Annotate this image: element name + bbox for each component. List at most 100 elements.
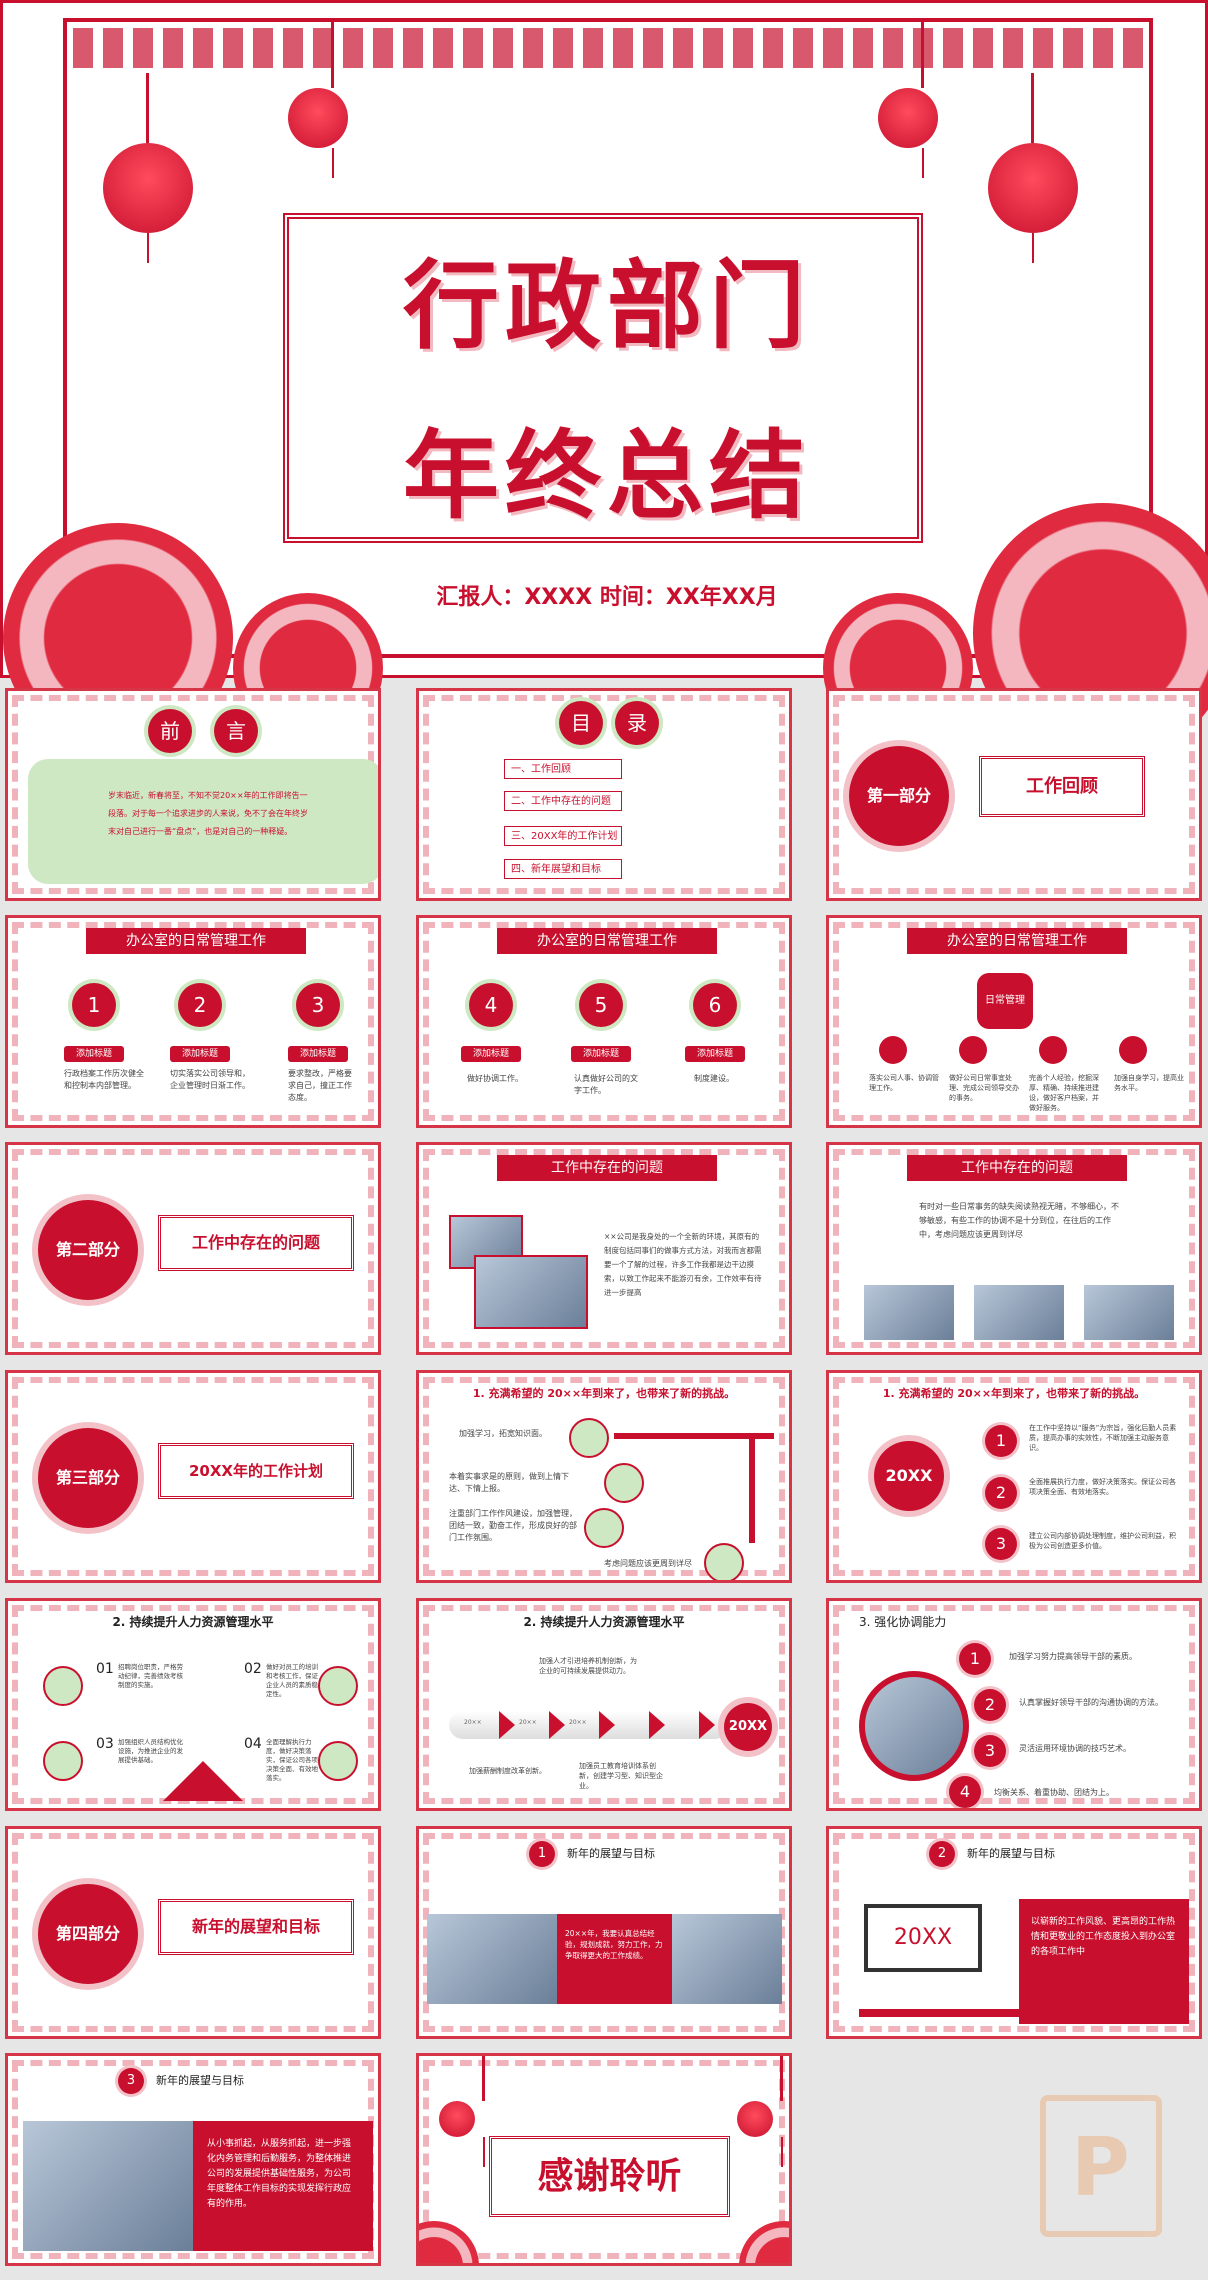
slide-daily2[interactable]: 办公室的日常管理工作 4 5 6 添加标题 添加标题 添加标题 做好协调工作。 … — [416, 915, 792, 1128]
person-icon — [318, 1666, 358, 1706]
coord-text1: 加强学习努力提高领导干部的素质。 — [1009, 1652, 1137, 1661]
daily3-center: 日常管理 — [977, 973, 1033, 1029]
slide-hr2[interactable]: 2. 持续提升人力资源管理水平 加强人才引进培养机制创新，为企业的可持续发展提供… — [416, 1598, 792, 1811]
gear-icon — [959, 1036, 987, 1064]
problems2-text: 有时对一些日常事务的缺失阅读熟视无睹，不够细心，不够敏感，有些工作的协调不是十分… — [919, 1202, 1119, 1239]
slide-part4[interactable]: 第四部分 新年的展望和目标 — [5, 1826, 381, 2039]
dollar-icon — [1039, 1036, 1067, 1064]
slide-hr1[interactable]: 2. 持续提升人力资源管理水平 01 02 03 04 招聘岗位职责，严格劳动纪… — [5, 1598, 381, 1811]
hr1-arrow — [163, 1761, 243, 1801]
coord-header: 3. 强化协调能力 — [859, 1615, 947, 1629]
slide-part2[interactable]: 第二部分 工作中存在的问题 — [5, 1142, 381, 1355]
plan2-num3: 3 — [985, 1528, 1017, 1560]
slide-preface[interactable]: 前 言 岁末临近，新春将至，不知不觉20××年的工作即将告一段落。对于每一个追求… — [5, 688, 381, 901]
plan1-item3: 注重部门工作作风建设，加强管理，团结一致，勤奋工作，形成良好的部门工作氛围。 — [449, 1509, 577, 1542]
slide-part1[interactable]: 第一部分 工作回顾 — [826, 688, 1202, 901]
slide-plan1[interactable]: 1. 充满希望的 20××年到来了，也带来了新的挑战。 加强学习，拓宽知识面。 … — [416, 1370, 792, 1583]
hr1-num3: 03 — [96, 1736, 114, 1752]
chevron-right-icon — [649, 1711, 665, 1739]
slide-thanks[interactable]: 感谢聆听 — [416, 2053, 792, 2266]
hr2-top-text: 加强人才引进培养机制创新，为企业的可持续发展提供动力。 — [539, 1657, 637, 1675]
slide-toc[interactable]: 目 录 一、工作回顾 二、工作中存在的问题 三、20XX年的工作计划 四、新年展… — [416, 688, 792, 901]
slide-daily3[interactable]: 办公室的日常管理工作 日常管理 落实公司人事、协调管理工作。 做好公司日常事宜处… — [826, 915, 1202, 1128]
cover-slide[interactable]: 行政部门 年终总结 汇报人：XXXX 时间：XX年XX月 — [0, 0, 1208, 763]
slide-part3[interactable]: 第三部分 20XX年的工作计划 — [5, 1370, 381, 1583]
lantern-icon — [288, 18, 348, 178]
problems1-header: 工作中存在的问题 — [497, 1155, 717, 1181]
outlook2-num: 2 — [929, 1841, 955, 1867]
lantern-icon — [737, 2056, 783, 2167]
slide-problems1[interactable]: 工作中存在的问题 ××公司是我身处的一个全新的环境，其原有的制度包括同事们的做事… — [416, 1142, 792, 1355]
daily2-text3: 制度建设。 — [694, 1074, 734, 1083]
daily2-header: 办公室的日常管理工作 — [497, 928, 717, 954]
outlook3-text: 从小事抓起，从服务抓起，进一步强化内务管理和后勤服务，为整体推进公司的发展提供基… — [193, 2121, 373, 2251]
lantern-icon — [988, 73, 1078, 263]
toc-item-3[interactable]: 三、20XX年的工作计划 — [504, 826, 622, 846]
slide-problems2[interactable]: 工作中存在的问题 有时对一些日常事务的缺失阅读熟视无睹，不够细心，不够敏感，有些… — [826, 1142, 1202, 1355]
coord-num1: 1 — [959, 1643, 991, 1675]
daily1-num1: 1 — [72, 983, 116, 1027]
toc-item-2[interactable]: 二、工作中存在的问题 — [504, 791, 622, 811]
part4-title: 新年的展望和目标 — [158, 1899, 354, 1955]
plan2-text2: 全面推展执行力度，做好决策落实。保证公司各项决策全面、有效地落实。 — [1029, 1478, 1176, 1496]
outlook3-num: 3 — [118, 2068, 144, 2094]
daily3-text1: 落实公司人事、协调管理工作。 — [869, 1074, 939, 1092]
daily3-text3: 完善个人经验，挖掘深厚、精确、持续推进建设，做好客户档案，并做好服务。 — [1029, 1074, 1099, 1112]
slide-coord[interactable]: 3. 强化协调能力 1 2 3 4 加强学习努力提高领导干部的素质。 认真掌握好… — [826, 1598, 1202, 1811]
part1-circle: 第一部分 — [849, 746, 949, 846]
outlook1-header: 新年的展望与目标 — [567, 1847, 655, 1860]
slide-outlook1[interactable]: 1 新年的展望与目标 20××年，我要认真总结经验，规划成就，努力工作，力争取得… — [416, 1826, 792, 2039]
hr2-year1: 20×× — [464, 1719, 482, 1726]
hr1-text4: 全面理解执行力度，做好决策落实，保证公司各项决策全面、有效地落实。 — [266, 1738, 318, 1782]
photo-laptop — [474, 1255, 588, 1329]
cover-title-line2: 年终总结 — [403, 420, 811, 532]
daily2-num2: 5 — [579, 983, 623, 1027]
papercut-flower — [419, 2221, 479, 2263]
part2-title: 工作中存在的问题 — [158, 1215, 354, 1271]
logo-watermark: P — [1040, 2095, 1162, 2237]
hr1-num1: 01 — [96, 1661, 114, 1677]
chevron-right-icon — [699, 1711, 715, 1739]
coord-text4: 均衡关系、着重协助、团结为上。 — [994, 1788, 1114, 1797]
hr2-bottom-text1: 加强薪酬制度改革创新。 — [469, 1767, 546, 1775]
slide-plan2[interactable]: 1. 充满希望的 20××年到来了，也带来了新的挑战。 20XX 1 2 3 在… — [826, 1370, 1202, 1583]
daily1-text2: 切实落实公司领导和，企业管理时日渐工作。 — [170, 1069, 250, 1090]
plan1-item2: 本着实事求是的原则，做到上情下达、下情上报。 — [449, 1472, 569, 1493]
hr2-year3: 20×× — [569, 1719, 587, 1726]
hr2-track — [449, 1711, 729, 1739]
problems2-header: 工作中存在的问题 — [907, 1155, 1127, 1181]
thanks-title: 感谢聆听 — [489, 2136, 730, 2217]
daily1-num2: 2 — [178, 983, 222, 1027]
slide-daily1[interactable]: 办公室的日常管理工作 1 2 3 添加标题 添加标题 添加标题 行政档案工作历次… — [5, 915, 381, 1128]
hr1-header: 2. 持续提升人力资源管理水平 — [112, 1615, 274, 1629]
outlook2-text: 以崭新的工作风貌、更高昂的工作热情和更敬业的工作态度投入到办公室的各项工作中 — [1019, 1899, 1189, 2024]
slide-outlook2[interactable]: 2 新年的展望与目标 20XX 以崭新的工作风貌、更高昂的工作热情和更敬业的工作… — [826, 1826, 1202, 2039]
cover-pattern-top — [73, 28, 1143, 68]
daily1-text3: 要求整改，严格要求自己，撞正工作态度。 — [288, 1069, 352, 1102]
toc-item-4[interactable]: 四、新年展望和目标 — [504, 859, 622, 879]
chevron-right-icon — [549, 1711, 565, 1739]
hr2-bottom-text2: 加强员工教育培训体系创新，创建学习型、知识型企业。 — [579, 1762, 663, 1790]
plan2-num1: 1 — [985, 1425, 1017, 1457]
photo-desk-laptop — [23, 2121, 193, 2251]
photo-team-meeting — [864, 1285, 954, 1340]
coord-num3: 3 — [974, 1735, 1006, 1767]
outlook2-header: 新年的展望与目标 — [967, 1847, 1055, 1860]
slide-outlook3[interactable]: 3 新年的展望与目标 从小事抓起，从服务抓起，进一步强化内务管理和后勤服务，为整… — [5, 2053, 381, 2266]
daily3-header: 办公室的日常管理工作 — [907, 928, 1127, 954]
cover-reporter: 汇报人：XXXX 时间：XX年XX月 — [436, 585, 778, 610]
clipboard-icon — [569, 1418, 609, 1458]
photo-handshake — [859, 1671, 969, 1781]
daily2-num3: 6 — [693, 983, 737, 1027]
person-icon — [43, 1666, 83, 1706]
lantern-icon — [878, 18, 938, 178]
part3-title: 20XX年的工作计划 — [158, 1443, 354, 1499]
lantern-icon — [103, 73, 193, 263]
part4-circle: 第四部分 — [38, 1884, 138, 1984]
toc-item-1[interactable]: 一、工作回顾 — [504, 759, 622, 779]
daily2-tag2: 添加标题 — [571, 1046, 631, 1062]
papercut-flower — [739, 2221, 789, 2263]
plan2-text1: 在工作中坚持以“服务”为宗旨，强化后勤人员素质，提高办事的实效性，不断加强主动服… — [1029, 1424, 1177, 1452]
hr1-num4: 04 — [244, 1736, 262, 1752]
hr2-year2: 20×× — [519, 1719, 537, 1726]
